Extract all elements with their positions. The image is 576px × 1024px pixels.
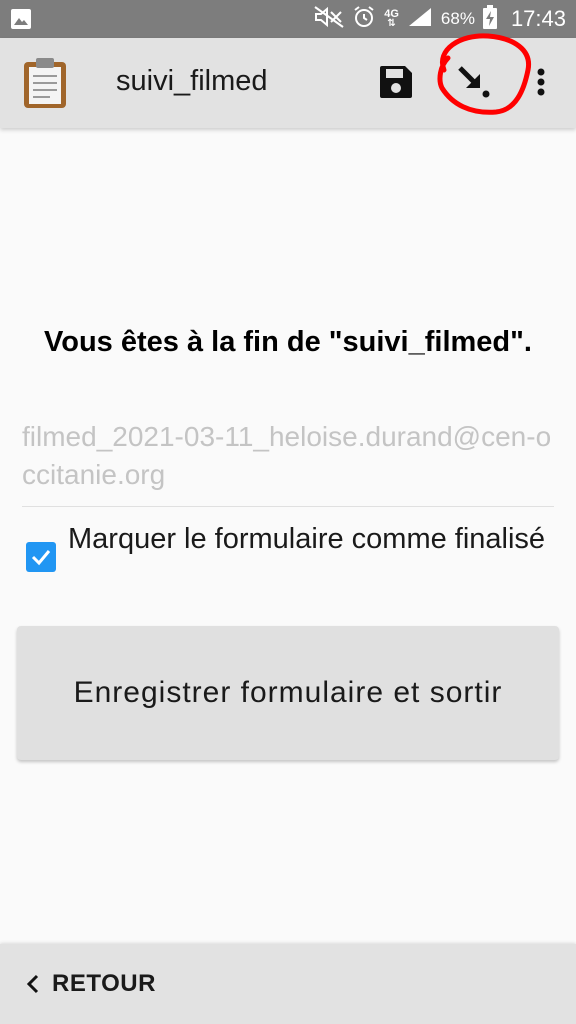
save-and-exit-button[interactable]: Enregistrer formulaire et sortir — [17, 626, 559, 760]
gallery-icon — [10, 8, 32, 35]
network-indicator: 4G ⇅ — [384, 8, 399, 29]
mark-finalized-checkbox-row[interactable]: Marquer le formulaire comme finalisé — [26, 520, 546, 572]
chevron-left-icon — [26, 974, 39, 994]
checkmark-icon — [31, 550, 51, 566]
mute-icon — [314, 5, 344, 33]
save-icon — [380, 66, 412, 98]
mark-finalized-checkbox[interactable] — [26, 542, 56, 572]
more-options-icon — [537, 68, 545, 96]
bottom-navigation-bar: RETOUR — [0, 944, 576, 1024]
signal-icon — [407, 6, 433, 33]
app-bar: suivi_filmed — [0, 33, 576, 128]
jump-to-end-icon — [437, 33, 532, 115]
clock: 17:43 — [510, 6, 566, 31]
save-button[interactable] — [378, 64, 414, 100]
screen: 4G ⇅ 68% 17:43 suivi_filmed Vous êtes à … — [0, 0, 576, 1024]
end-of-form-heading: Vous êtes à la fin de "suivi_filmed". — [44, 326, 532, 358]
back-button[interactable]: RETOUR — [24, 966, 156, 1002]
jump-to-end-button[interactable] — [430, 30, 534, 118]
app-title: suivi_filmed — [116, 65, 268, 97]
mark-finalized-label: Marquer le formulaire comme finalisé — [68, 523, 546, 555]
alarm-icon — [352, 5, 376, 34]
back-label: RETOUR — [52, 970, 156, 997]
form-name-input[interactable]: filmed_2021-03-11_heloise.durand@cen-occ… — [22, 418, 554, 507]
battery-percentage: 68% — [440, 9, 475, 28]
clipboard-icon — [22, 56, 68, 110]
more-options-button[interactable] — [524, 64, 558, 100]
